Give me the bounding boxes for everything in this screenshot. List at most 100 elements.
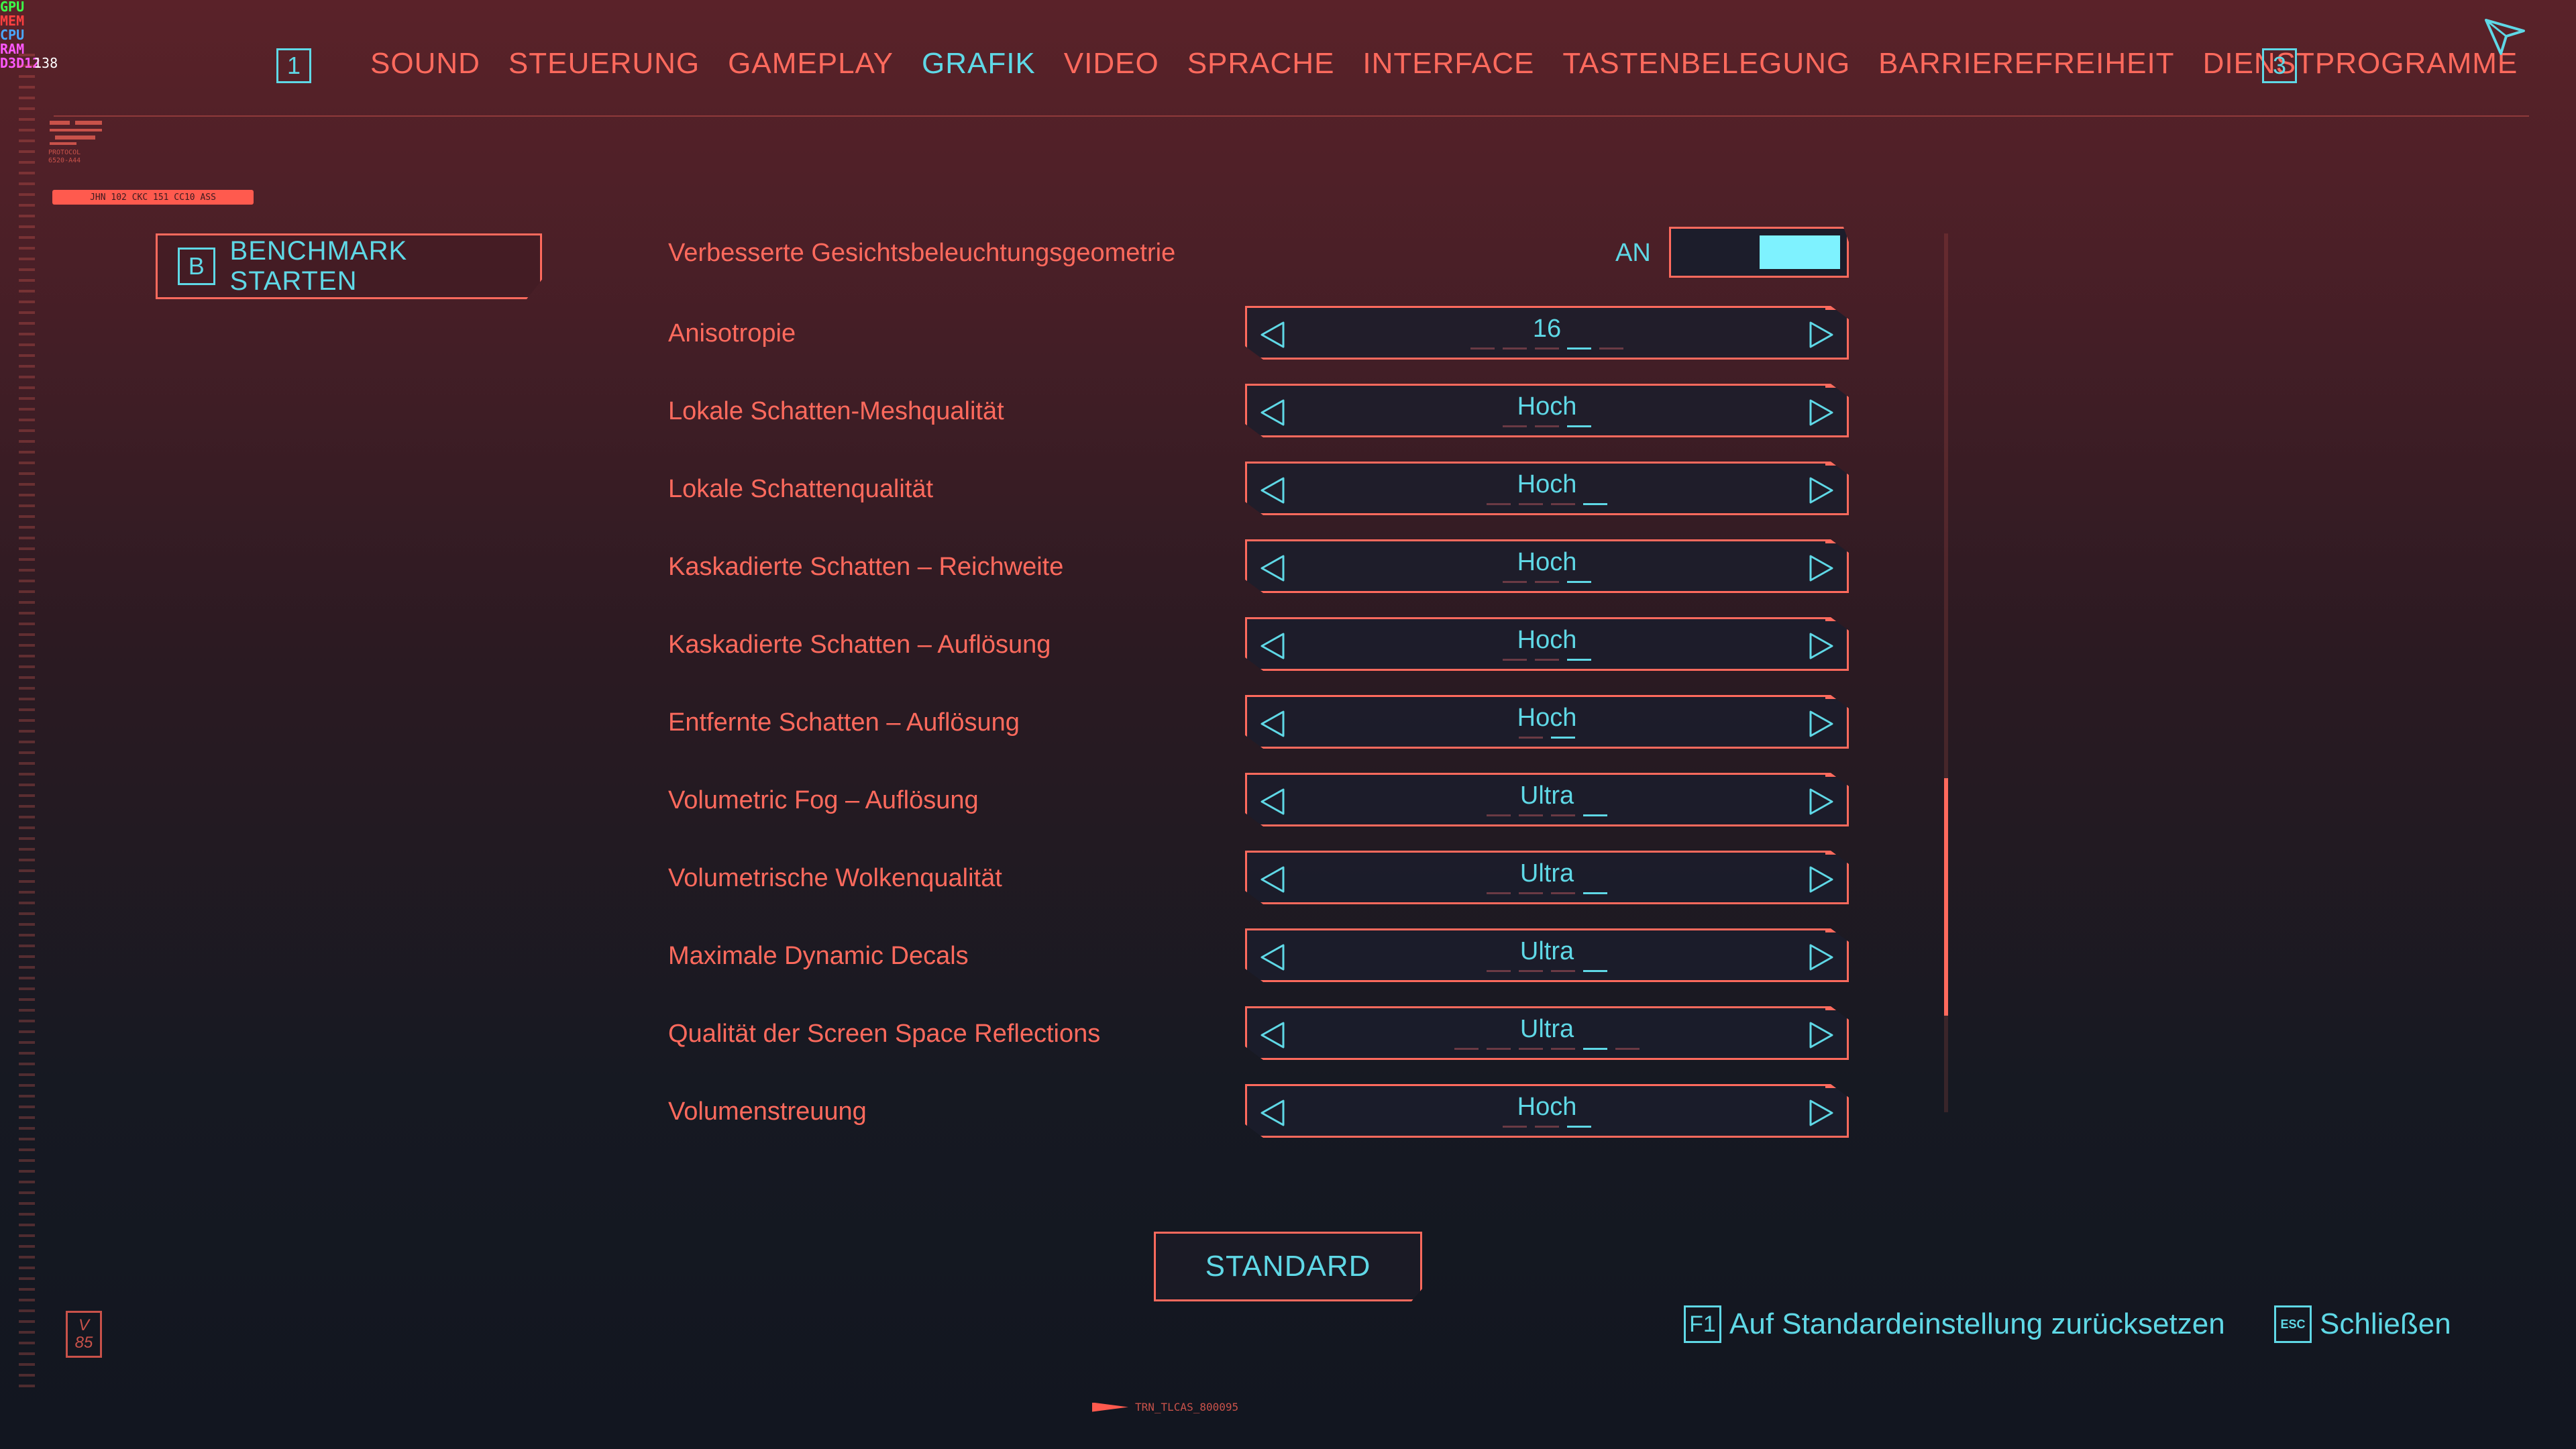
level-tick	[1535, 581, 1559, 583]
benchmark-key-hint: B	[178, 248, 215, 285]
setting-selector[interactable]: Ultra	[1245, 851, 1849, 904]
setting-selector[interactable]: Hoch	[1245, 617, 1849, 671]
setting-level-ticks	[1247, 892, 1847, 894]
setting-selector[interactable]: Ultra	[1245, 928, 1849, 982]
benchmark-label: BENCHMARK STARTEN	[229, 236, 408, 296]
protocol-emblem-icon	[50, 121, 102, 145]
benchmark-button[interactable]: B BENCHMARK STARTEN	[156, 233, 542, 299]
level-tick	[1470, 347, 1495, 350]
setting-value: 16	[1532, 315, 1562, 343]
tab-gameplay[interactable]: GAMEPLAY	[728, 47, 894, 80]
level-tick	[1583, 814, 1607, 816]
face-lighting-toggle[interactable]	[1669, 227, 1849, 278]
chevron-right-icon[interactable]	[1807, 865, 1836, 894]
setting-selector[interactable]: Ultra	[1245, 773, 1849, 826]
setting-label: Volumetric Fog – Auflösung	[668, 786, 979, 814]
setting-selector[interactable]: Hoch	[1245, 695, 1849, 749]
scrollbar-thumb[interactable]	[1944, 778, 1948, 1016]
level-tick	[1583, 1048, 1607, 1050]
chevron-right-icon[interactable]	[1807, 631, 1836, 661]
chevron-right-icon[interactable]	[1807, 1020, 1836, 1050]
setting-selector[interactable]: Hoch	[1245, 384, 1849, 437]
reset-defaults-label: Auf Standardeinstellung zurücksetzen	[1729, 1307, 2225, 1340]
level-tick	[1503, 659, 1527, 661]
setting-label-face-lighting: Verbesserte Gesichtsbeleuchtungsgeometri…	[668, 239, 1176, 267]
setting-level-ticks	[1247, 503, 1847, 505]
setting-level-ticks	[1247, 1126, 1847, 1128]
setting-selector[interactable]: Hoch	[1245, 539, 1849, 593]
level-tick	[1567, 347, 1591, 350]
level-tick	[1519, 970, 1543, 972]
setting-label: Maximale Dynamic Decals	[668, 942, 969, 970]
setting-value: Ultra	[1519, 1015, 1574, 1043]
setting-label: Kaskadierte Schatten – Auflösung	[668, 631, 1051, 659]
level-tick	[1487, 503, 1511, 505]
level-tick	[1519, 1048, 1543, 1050]
level-tick	[1551, 1048, 1575, 1050]
level-tick	[1535, 659, 1559, 661]
tab-interface[interactable]: INTERFACE	[1362, 47, 1534, 80]
chevron-right-icon[interactable]	[1807, 943, 1836, 972]
tab-steuerung[interactable]: STEUERUNG	[508, 47, 700, 80]
setting-level-ticks	[1247, 347, 1847, 350]
setting-level-ticks	[1247, 1048, 1847, 1050]
tab-barrierefreiheit[interactable]: BARRIEREFREIHEIT	[1878, 47, 2174, 80]
setting-label: Entfernte Schatten – Auflösung	[668, 708, 1020, 737]
level-tick	[1567, 425, 1591, 427]
tab-sound[interactable]: SOUND	[370, 47, 480, 80]
chevron-right-icon[interactable]	[1807, 709, 1836, 739]
close-label: Schließen	[2320, 1307, 2451, 1340]
tab-sprache[interactable]: SPRACHE	[1187, 47, 1335, 80]
chevron-right-icon[interactable]	[1807, 320, 1836, 350]
toggle-fill	[1760, 235, 1840, 269]
tab-dienstprogramme[interactable]: DIENSTPROGRAMME	[2203, 47, 2518, 80]
level-tick	[1519, 503, 1543, 505]
setting-selector[interactable]: Ultra	[1245, 1006, 1849, 1060]
tab-video[interactable]: VIDEO	[1064, 47, 1159, 80]
setting-value: Hoch	[1517, 470, 1577, 498]
setting-label: Volumenstreuung	[668, 1097, 867, 1126]
protocol-title: PROTOCOL	[48, 149, 81, 156]
level-tick	[1503, 347, 1527, 350]
setting-label: Volumetrische Wolkenqualität	[668, 864, 1002, 892]
tab-grafik[interactable]: GRAFIK	[922, 47, 1036, 80]
prev-tab-key-hint[interactable]: 1	[276, 48, 311, 83]
cursor-arrow-icon	[2485, 19, 2525, 55]
settings-tabs: SOUND STEUERUNG GAMEPLAY GRAFIK VIDEO SPRACHE…	[370, 47, 2518, 80]
level-tick	[1551, 503, 1575, 505]
reset-defaults-hint[interactable]: F1 Auf Standardeinstellung zurücksetzen	[1684, 1305, 2225, 1343]
level-tick	[1535, 347, 1559, 350]
next-tab-key-hint[interactable]: 3	[2262, 48, 2297, 83]
perf-label: MEM	[0, 13, 25, 29]
setting-label: Anisotropie	[668, 319, 796, 347]
protocol-code: 6520-A44	[48, 157, 81, 164]
level-tick	[1551, 970, 1575, 972]
tab-tastenbelegung[interactable]: TASTENBELEGUNG	[1562, 47, 1850, 80]
f1-key-icon: F1	[1684, 1305, 1721, 1343]
setting-label: Lokale Schatten-Meshqualität	[668, 397, 1004, 425]
level-tick	[1487, 970, 1511, 972]
nav-divider	[54, 115, 2529, 117]
trn-id-text: TRN_TLCAS_800095	[1135, 1401, 1239, 1413]
protocol-tag: JHN 102 CKC 151 CC10 ASS	[52, 190, 254, 205]
setting-value: Hoch	[1517, 1093, 1577, 1121]
setting-selector[interactable]: Hoch	[1245, 1084, 1849, 1138]
level-tick	[1487, 1048, 1511, 1050]
level-tick	[1615, 1048, 1640, 1050]
standard-button[interactable]: STANDARD	[1154, 1232, 1422, 1301]
setting-selector[interactable]: Hoch	[1245, 462, 1849, 515]
version-number: 85	[74, 1334, 93, 1352]
chevron-right-icon[interactable]	[1807, 553, 1836, 583]
chevron-right-icon[interactable]	[1807, 398, 1836, 427]
chevron-right-icon[interactable]	[1807, 1098, 1836, 1128]
level-tick	[1503, 1126, 1527, 1128]
level-tick	[1487, 814, 1511, 816]
setting-value: Hoch	[1517, 548, 1577, 576]
chevron-right-icon[interactable]	[1807, 787, 1836, 816]
trn-id-marker: TRN_TLCAS_800095	[1092, 1401, 1238, 1413]
trn-arrow-icon	[1092, 1402, 1128, 1412]
setting-selector[interactable]: 16	[1245, 306, 1849, 360]
setting-label: Lokale Schattenqualität	[668, 475, 934, 503]
close-hint[interactable]: ESC Schließen	[2274, 1305, 2451, 1343]
chevron-right-icon[interactable]	[1807, 476, 1836, 505]
